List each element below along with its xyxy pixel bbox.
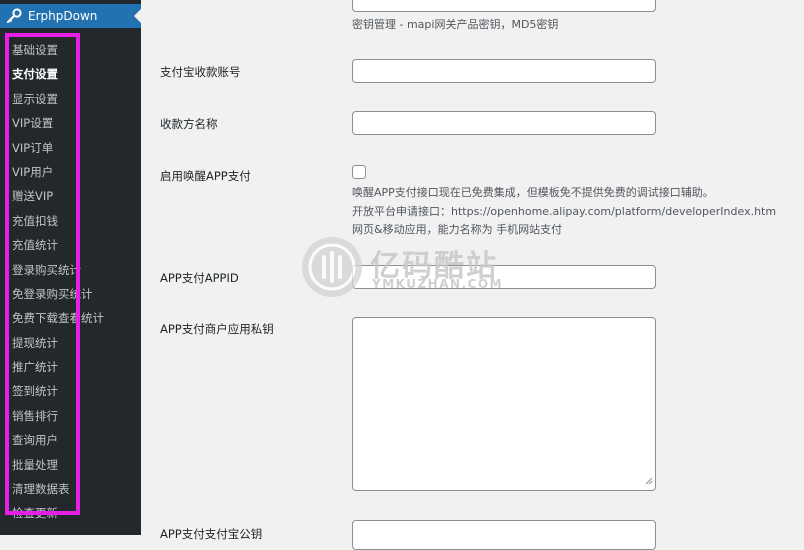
app-pay-description-3: 网页&移动应用，能力名称为 手机网站支付: [352, 223, 563, 236]
app-pay-description-2: 开放平台申请接口：https://openhome.alipay.com/pla…: [352, 205, 777, 218]
alipay-account-input[interactable]: [352, 59, 656, 83]
submenu-item[interactable]: 签到统计: [0, 379, 141, 403]
submenu-item[interactable]: VIP用户: [0, 160, 141, 184]
app-pay-description-1: 唤醒APP支付接口现在已免费集成，但模板免不提供免费的调试接口辅助。: [352, 186, 714, 199]
submenu-item[interactable]: 免登录购买统计: [0, 282, 141, 306]
resize-grip-icon[interactable]: [645, 474, 653, 488]
submenu-item[interactable]: 清理数据表: [0, 477, 141, 501]
app-pay-checkbox[interactable]: [352, 165, 366, 179]
payee-name-input[interactable]: [352, 111, 656, 135]
submenu-item[interactable]: 充值扣钱: [0, 209, 141, 233]
public-key-label: APP支付支付宝公钥: [160, 527, 263, 541]
submenu-item[interactable]: 登录购买统计: [0, 258, 141, 282]
submenu-item[interactable]: 充值统计: [0, 233, 141, 257]
alipay-account-label: 支付宝收款账号: [160, 65, 241, 79]
current-menu-arrow: [134, 9, 141, 23]
md5-key-input[interactable]: [352, 0, 656, 12]
submenu-item[interactable]: 批量处理: [0, 453, 141, 477]
submenu-item[interactable]: 基础设置: [0, 38, 141, 62]
admin-sidebar: ErphpDown 基础设置 支付设置 显示设置 VIP设置 VIP订单 VIP…: [0, 0, 141, 535]
private-key-label: APP支付商户应用私钥: [160, 322, 274, 336]
submenu-item[interactable]: 赠送VIP: [0, 184, 141, 208]
appid-input[interactable]: [352, 265, 656, 289]
submenu-item[interactable]: 显示设置: [0, 87, 141, 111]
submenu-item[interactable]: 检查更新: [0, 501, 141, 525]
md5-key-description: 密钥管理 - mapi网关产品密钥，MD5密钥: [352, 18, 559, 31]
submenu-item[interactable]: 查询用户: [0, 428, 141, 452]
submenu-item-current[interactable]: 支付设置: [0, 62, 141, 86]
appid-label: APP支付APPID: [160, 271, 239, 285]
payee-name-label: 收款方名称: [160, 117, 218, 131]
submenu-item[interactable]: VIP订单: [0, 136, 141, 160]
submenu-item[interactable]: VIP设置: [0, 111, 141, 135]
submenu-item[interactable]: 推广统计: [0, 355, 141, 379]
app-pay-label: 启用唤醒APP支付: [160, 169, 251, 183]
submenu-item[interactable]: 销售排行: [0, 404, 141, 428]
submenu: 基础设置 支付设置 显示设置 VIP设置 VIP订单 VIP用户 赠送VIP 充…: [0, 38, 141, 526]
submenu-item[interactable]: 免费下载查看统计: [0, 306, 141, 330]
private-key-textarea[interactable]: [352, 317, 656, 491]
plugin-title: ErphpDown: [28, 9, 98, 23]
submenu-item[interactable]: 提现统计: [0, 331, 141, 355]
settings-form: 密钥管理 - mapi网关产品密钥，MD5密钥 支付宝收款账号 收款方名称 启用…: [141, 0, 804, 550]
public-key-textarea[interactable]: [352, 520, 656, 550]
plugin-menu-header[interactable]: ErphpDown: [0, 4, 141, 28]
key-icon: [0, 8, 28, 24]
